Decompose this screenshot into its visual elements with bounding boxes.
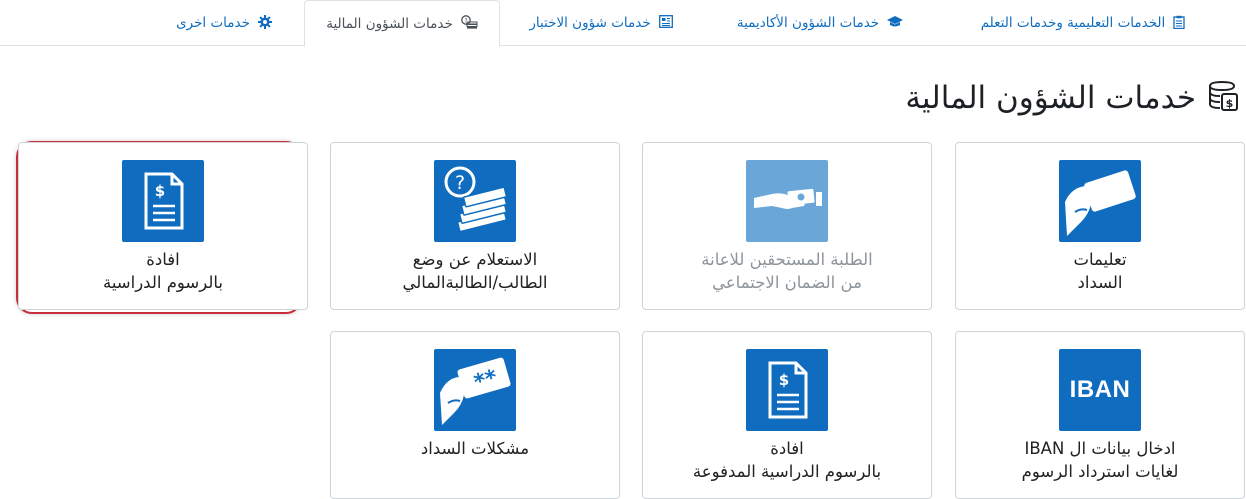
hand-giving-money-icon	[746, 160, 828, 242]
gear-icon	[257, 14, 272, 32]
page-title: خدمات الشؤون المالية	[905, 80, 1196, 116]
svg-text:?: ?	[455, 172, 465, 194]
newspaper-icon	[658, 15, 673, 31]
tab-financial-services[interactable]: ? خدمات الشؤون المالية	[304, 0, 500, 47]
card-iban-entry[interactable]: IBAN ادخال بيانات ال IBAN لغايات استرداد…	[955, 331, 1245, 499]
svg-text:$: $	[155, 182, 165, 200]
tab-label: خدمات اخرى	[176, 15, 250, 31]
tab-bar: الخدمات التعليمية وخدمات التعلم خدمات ال…	[0, 0, 1246, 47]
tab-label: خدمات الشؤون المالية	[326, 15, 453, 32]
card-paid-fees-certificate[interactable]: $ افادة بالرسوم الدراسية المدفوعة	[642, 331, 932, 499]
card-payment-problems[interactable]: ** مشكلات السداد	[330, 331, 620, 499]
money-stack-icon: ?	[460, 15, 478, 32]
card-label: ادخال بيانات ال IBAN لغايات استرداد الرس…	[1021, 439, 1179, 481]
tab-other-services[interactable]: خدمات اخرى	[160, 0, 288, 46]
iban-icon-text: IBAN	[1069, 376, 1131, 403]
money-question-icon: ?	[434, 160, 516, 242]
iban-icon: IBAN	[1059, 349, 1141, 431]
tab-academic-services[interactable]: خدمات الشؤون الأكاديمية	[714, 0, 926, 46]
tab-label: خدمات الشؤون الأكاديمية	[736, 15, 880, 31]
page-heading: $ خدمات الشؤون المالية	[905, 76, 1238, 120]
card-label: مشكلات السداد	[420, 439, 530, 458]
hand-card-stars-icon: **	[434, 349, 516, 431]
tab-exam-services[interactable]: خدمات شؤون الاختبار	[508, 0, 694, 46]
svg-text:$: $	[1226, 97, 1234, 110]
card-label: افادة بالرسوم الدراسية	[102, 250, 224, 292]
card-financial-status-inquiry[interactable]: ? الاستعلام عن وضع الطالب/الطالبةالمالي	[330, 142, 620, 310]
dollar-document-icon: $	[746, 349, 828, 431]
tab-label: الخدمات التعليمية وخدمات التعلم	[980, 15, 1166, 31]
card-label: افادة بالرسوم الدراسية المدفوعة	[692, 439, 882, 481]
dollar-document-icon: $	[122, 160, 204, 242]
card-tuition-fee-certificate[interactable]: $ افادة بالرسوم الدراسية	[18, 142, 308, 310]
clipboard-icon	[1173, 15, 1185, 32]
card-label: الطلبة المستحقين للاعانة من الضمان الاجت…	[701, 250, 873, 292]
tab-learning-services[interactable]: الخدمات التعليمية وخدمات التعلم	[946, 0, 1220, 46]
card-payment-instructions[interactable]: تعليمات السداد	[955, 142, 1245, 310]
hand-card-icon	[1059, 160, 1141, 242]
tab-label: خدمات شؤون الاختبار	[529, 15, 651, 31]
card-social-security-students[interactable]: الطلبة المستحقين للاعانة من الضمان الاجت…	[642, 142, 932, 310]
card-label: تعليمات السداد	[1073, 250, 1127, 292]
money-stack-icon: $	[1208, 80, 1238, 116]
svg-text:$: $	[779, 371, 789, 389]
graduation-cap-icon	[887, 15, 904, 31]
card-label: الاستعلام عن وضع الطالب/الطالبةالمالي	[402, 250, 548, 292]
